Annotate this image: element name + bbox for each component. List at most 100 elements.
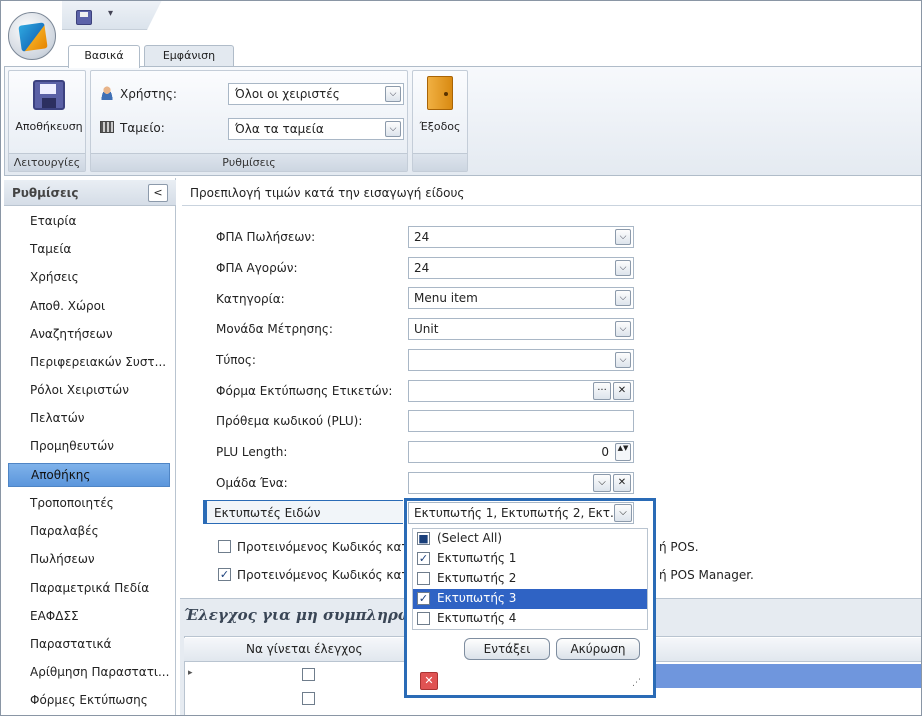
option-label: Εκτυπωτής 1 (437, 551, 517, 565)
user-filter-combo[interactable]: Όλοι οι χειριστές ⌵ (228, 83, 404, 105)
group-caption-operations: Λειτουργίες (9, 153, 85, 171)
tab-view[interactable]: Εμφάνιση (144, 45, 234, 66)
suggested-code-pos-checkbox[interactable] (218, 540, 231, 553)
cancel-button[interactable]: Ακύρωση (556, 638, 640, 660)
validation-panel-title: Έλεγχος για μη συμπληρωμέ (184, 606, 433, 624)
sidebar-item-customers[interactable]: Πελατών (8, 407, 170, 431)
option-printer-1[interactable]: ✓ Εκτυπωτής 1 (413, 549, 647, 569)
grid-row-checkbox[interactable] (302, 668, 315, 681)
sidebar-item-eafdss[interactable]: ΕΑΦΔΣΣ (8, 605, 170, 629)
exit-button-label: Έξοδος (419, 120, 461, 133)
vat-purchases-value: 24 (414, 261, 430, 275)
option-printer-4[interactable]: Εκτυπωτής 4 (413, 609, 647, 629)
unit-value: Unit (414, 322, 439, 336)
option-select-all[interactable]: ■ (Select All) (413, 529, 647, 549)
group-caption-exit (413, 153, 467, 171)
option-printer-2[interactable]: Εκτυπωτής 2 (413, 569, 647, 589)
category-combo[interactable]: Menu item ⌵ (408, 287, 634, 309)
app-logo-icon (18, 22, 48, 52)
printer-4-checkbox[interactable] (417, 612, 430, 625)
sidebar-collapse-button[interactable]: < (148, 184, 168, 202)
suggested-code-pos-manager-checkbox[interactable]: ✓ (218, 568, 231, 581)
suggested-code-pos-label: Προτεινόμενος Κωδικός κατά τ (237, 540, 428, 554)
group-caption-settings: Ρυθμίσεις (91, 153, 407, 171)
quick-access-dropdown-icon[interactable]: ▾ (108, 8, 113, 19)
printers-combo[interactable]: Εκτυπωτής 1, Εκτυπωτής 2, Εκτ... (408, 502, 634, 524)
chevron-down-icon[interactable]: ⌵ (615, 352, 631, 368)
resize-grip-icon[interactable]: ⋰ (632, 678, 641, 688)
chevron-down-icon[interactable]: ⌵ (615, 229, 631, 245)
sidebar-item-operator-roles[interactable]: Ρόλοι Χειριστών (8, 379, 170, 403)
sidebar-item-sales[interactable]: Πωλήσεων (8, 548, 170, 572)
sidebar-item-warehouse[interactable]: Αποθήκης (8, 463, 170, 487)
vat-purchases-combo[interactable]: 24 ⌵ (408, 257, 634, 279)
printer-2-checkbox[interactable] (417, 572, 430, 585)
register-filter-combo[interactable]: Όλα τα ταμεία ⌵ (228, 118, 404, 140)
plu-length-spinner[interactable]: 0 ▲▼ (408, 441, 634, 463)
option-printer-3[interactable]: ✓ Εκτυπωτής 3 (413, 589, 647, 609)
vat-purchases-label: ΦΠΑ Αγορών: (216, 261, 298, 275)
printer-1-checkbox[interactable]: ✓ (417, 552, 430, 565)
category-label: Κατηγορία: (216, 292, 285, 306)
option-label: Εκτυπωτής 2 (437, 571, 517, 585)
register-filter-label: Ταμείο: (100, 121, 165, 135)
sidebar-item-suppliers[interactable]: Προμηθευτών (8, 435, 170, 459)
quick-save-icon[interactable] (76, 10, 92, 25)
register-filter-value: Όλα τα ταμεία (235, 122, 324, 136)
clear-icon[interactable]: ✕ (613, 382, 631, 400)
sidebar-item-peripherals[interactable]: Περιφερειακών Συστ... (8, 351, 170, 375)
door-icon (427, 76, 453, 110)
chevron-down-icon[interactable]: ⌵ (615, 290, 631, 306)
category-value: Menu item (414, 291, 478, 305)
chevron-down-icon[interactable]: ⌵ (614, 504, 632, 522)
sidebar-item-company[interactable]: Εταιρία (8, 210, 170, 234)
chevron-down-icon[interactable]: ⌵ (385, 86, 401, 102)
printer-3-checkbox[interactable]: ✓ (417, 592, 430, 605)
suggested-code-pos-manager-label: Προτεινόμενος Κωδικός κατά τ (237, 568, 428, 582)
row-indicator-icon: ▸ (188, 668, 193, 678)
ellipsis-button[interactable]: ··· (593, 382, 611, 400)
ok-button[interactable]: Εντάξει (464, 638, 550, 660)
type-combo[interactable]: ⌵ (408, 349, 634, 371)
grid-selected-cell[interactable] (640, 664, 922, 688)
sidebar-item-searches[interactable]: Αναζητήσεων (8, 323, 170, 347)
sidebar-item-documents[interactable]: Παραστατικά (8, 633, 170, 657)
suggested-code-pos-manager-label-tail: ή POS Manager. (659, 568, 754, 582)
user-filter-value: Όλοι οι χειριστές (235, 87, 340, 101)
sidebar-item-document-numbering[interactable]: Αρίθμηση Παραστατι... (8, 661, 170, 685)
group-one-label: Ομάδα Ένα: (216, 476, 288, 490)
sidebar-item-custom-fields[interactable]: Παραμετρικά Πεδία (8, 577, 170, 601)
sidebar-item-print-forms[interactable]: Φόρμες Εκτύπωσης (8, 689, 170, 713)
grid-row-checkbox[interactable] (302, 692, 315, 705)
page-title: Προεπιλογή τιμών κατά την εισαγωγή είδου… (182, 180, 922, 206)
chevron-down-icon[interactable]: ⌵ (385, 121, 401, 137)
suggested-code-pos-label-tail: ή POS. (659, 540, 699, 554)
grid-column-check[interactable]: Να γίνεται έλεγχος (246, 642, 363, 656)
option-label: (Select All) (437, 531, 503, 545)
option-label: Εκτυπωτής 3 (437, 591, 517, 605)
plu-length-value: 0 (601, 445, 609, 459)
option-label: Εκτυπωτής 4 (437, 611, 517, 625)
save-button[interactable]: Αποθήκευση (12, 76, 86, 140)
exit-button[interactable]: Έξοδος (416, 76, 464, 140)
chevron-down-icon[interactable]: ⌵ (593, 474, 611, 492)
label-form-label: Φόρμα Εκτύπωσης Ετικετών: (216, 384, 393, 398)
clear-selection-icon[interactable]: ✕ (420, 672, 438, 690)
sidebar-item-fiscal-years[interactable]: Χρήσεις (8, 266, 170, 290)
plu-prefix-input[interactable] (408, 410, 634, 432)
select-all-checkbox[interactable]: ■ (417, 532, 430, 545)
sidebar-item-modifiers[interactable]: Τροποποιητές (8, 492, 170, 516)
unit-combo[interactable]: Unit ⌵ (408, 318, 634, 340)
spinner-arrows-icon[interactable]: ▲▼ (615, 443, 631, 461)
tab-basic[interactable]: Βασικά (68, 45, 140, 68)
sidebar-item-storage[interactable]: Αποθ. Χώροι (8, 295, 170, 319)
clear-icon[interactable]: ✕ (613, 474, 631, 492)
chevron-down-icon[interactable]: ⌵ (615, 260, 631, 276)
sidebar-item-registers[interactable]: Ταμεία (8, 238, 170, 262)
user-label-text: Χρήστης: (120, 87, 177, 101)
chevron-down-icon[interactable]: ⌵ (615, 321, 631, 337)
application-menu-button[interactable] (8, 12, 56, 60)
vat-sales-combo[interactable]: 24 ⌵ (408, 226, 634, 248)
sidebar-item-receipts[interactable]: Παραλαβές (8, 520, 170, 544)
cash-register-icon (100, 121, 114, 133)
